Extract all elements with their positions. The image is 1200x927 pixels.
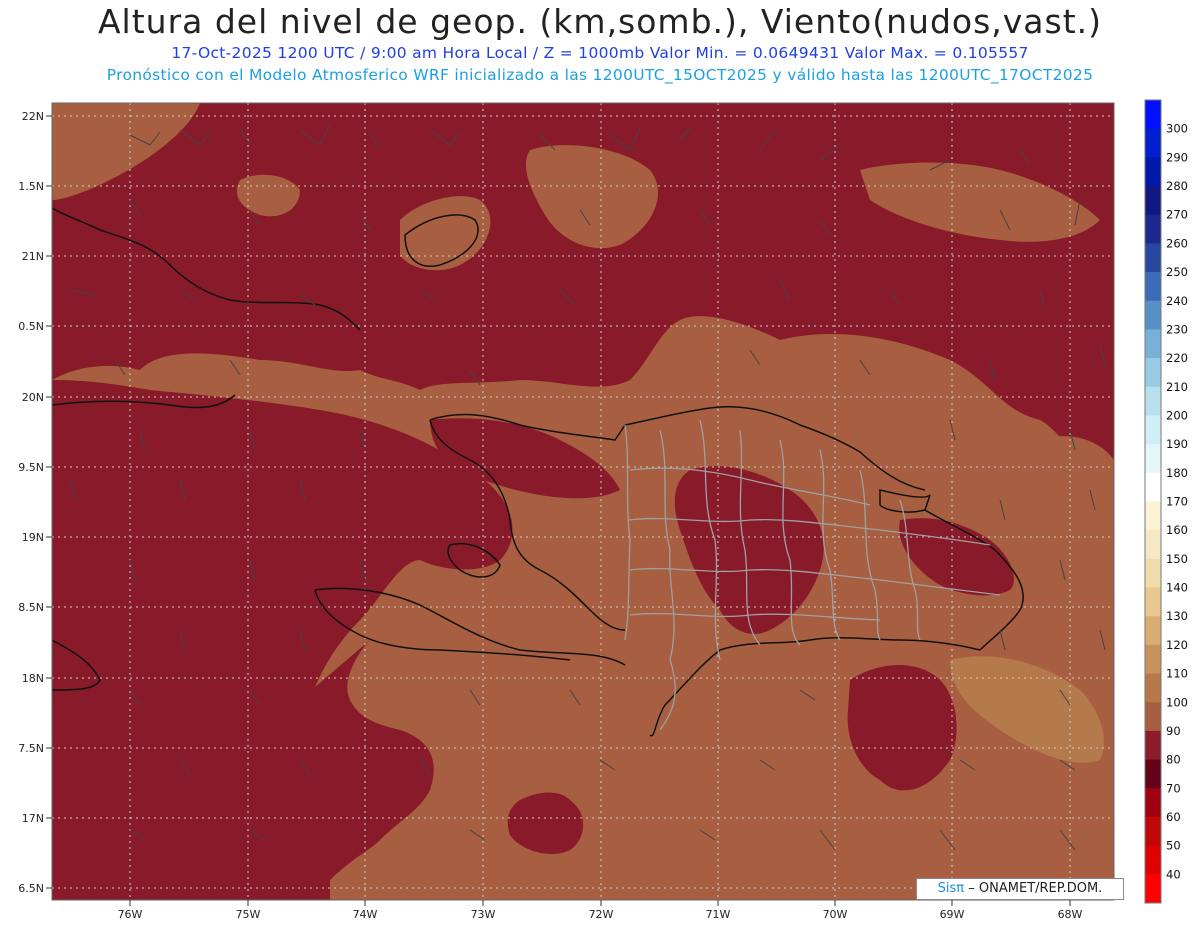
colorbar-label: 300 [1166,122,1188,136]
colorbar-swatch [1145,530,1161,560]
credit-org: – ONAMET/REP.DOM. [968,881,1103,896]
map-figure: 22N 1.5N 21N 0.5N 20N 9.5N 19N 8.5N 18N … [18,99,1188,921]
colorbar-label: 200 [1166,408,1188,422]
lat-label: 21N [22,250,44,263]
lat-label: 17N [22,812,44,825]
colorbar-label: 250 [1166,265,1188,279]
colorbar-label: 70 [1166,781,1181,795]
colorbar-swatch [1145,616,1161,646]
colorbar-swatch [1145,587,1161,617]
colorbar-label: 140 [1166,581,1188,595]
colorbar-swatch [1145,128,1161,158]
colorbar-swatch [1145,243,1161,273]
lon-label: 75W [236,908,261,921]
colorbar-swatch [1145,329,1161,359]
lon-label: 69W [940,908,965,921]
colorbar-swatch [1145,472,1161,502]
geopotential-field [52,103,1114,900]
colorbar-label: 240 [1166,294,1188,308]
colorbar-swatch [1145,501,1161,531]
lon-label: 74W [353,908,378,921]
colorbar-label: 260 [1166,236,1188,250]
lat-label: 7.5N [18,742,44,755]
lat-label: 18N [22,672,44,685]
lat-label: 8.5N [18,601,44,614]
lat-label: 6.5N [18,882,44,895]
colorbar-label: 100 [1166,695,1188,709]
lon-label: 71W [706,908,731,921]
colorbar-label: 50 [1166,839,1181,853]
lon-label: 68W [1058,908,1083,921]
lon-label: 73W [471,908,496,921]
colorbar-swatch [1145,415,1161,445]
colorbar-label: 150 [1166,552,1188,566]
colorbar-label: 170 [1166,495,1188,509]
lat-label: 1.5N [18,180,44,193]
colorbar-label: 220 [1166,351,1188,365]
colorbar-swatch [1145,386,1161,416]
colorbar-label: 130 [1166,609,1188,623]
colorbar-label: 40 [1166,867,1181,881]
lat-label: 22N [22,110,44,123]
latitude-labels: 22N 1.5N 21N 0.5N 20N 9.5N 19N 8.5N 18N … [18,110,44,895]
colorbar-label: 80 [1166,753,1181,767]
colorbar-label: 210 [1166,380,1188,394]
colorbar-swatch [1145,444,1161,474]
colorbar-label: 110 [1166,667,1188,681]
lon-label: 72W [589,908,614,921]
colorbar-label: 120 [1166,638,1188,652]
colorbar-swatch [1145,300,1161,330]
colorbar-label: 190 [1166,437,1188,451]
colorbar-swatch [1145,186,1161,216]
colorbar-swatch [1145,358,1161,388]
credit-box: Sisπ – ONAMET/REP.DOM. [916,878,1124,900]
colorbar-label: 280 [1166,179,1188,193]
colorbar-swatch [1145,673,1161,703]
colorbar-swatch [1145,788,1161,818]
colorbar-label: 270 [1166,208,1188,222]
colorbar-swatch [1145,100,1161,130]
colorbar-label: 60 [1166,810,1181,824]
lat-label: 19N [22,531,44,544]
sispi-logo: Sisπ [937,881,965,896]
colorbar-swatch [1145,157,1161,187]
colorbar-swatch [1145,558,1161,589]
colorbar-label: 290 [1166,150,1188,164]
colorbar-label: 180 [1166,466,1188,480]
lat-label: 20N [22,391,44,404]
colorbar-swatch [1145,214,1161,244]
colorbar-swatch [1145,272,1161,302]
colorbar-swatch [1145,816,1161,847]
colorbar-swatch [1145,845,1161,875]
colorbar-label: 90 [1166,724,1181,738]
colorbar-swatch [1145,759,1161,789]
lat-label: 9.5N [18,461,44,474]
lat-label: 0.5N [18,320,44,333]
colorbar-label: 160 [1166,523,1188,537]
colorbar: 300 290 280 270 260 250 240 230 220 210 200 190 180 1… [1144,99,1188,904]
longitude-labels: 76W 75W 74W 73W 72W 71W 70W 69W 68W [118,908,1083,921]
colorbar-swatch [1145,702,1161,732]
lon-label: 76W [118,908,143,921]
lon-label: 70W [823,908,848,921]
colorbar-swatch [1145,730,1161,761]
colorbar-label: 230 [1166,322,1188,336]
colorbar-swatch [1145,644,1161,675]
colorbar-swatch [1145,874,1161,904]
